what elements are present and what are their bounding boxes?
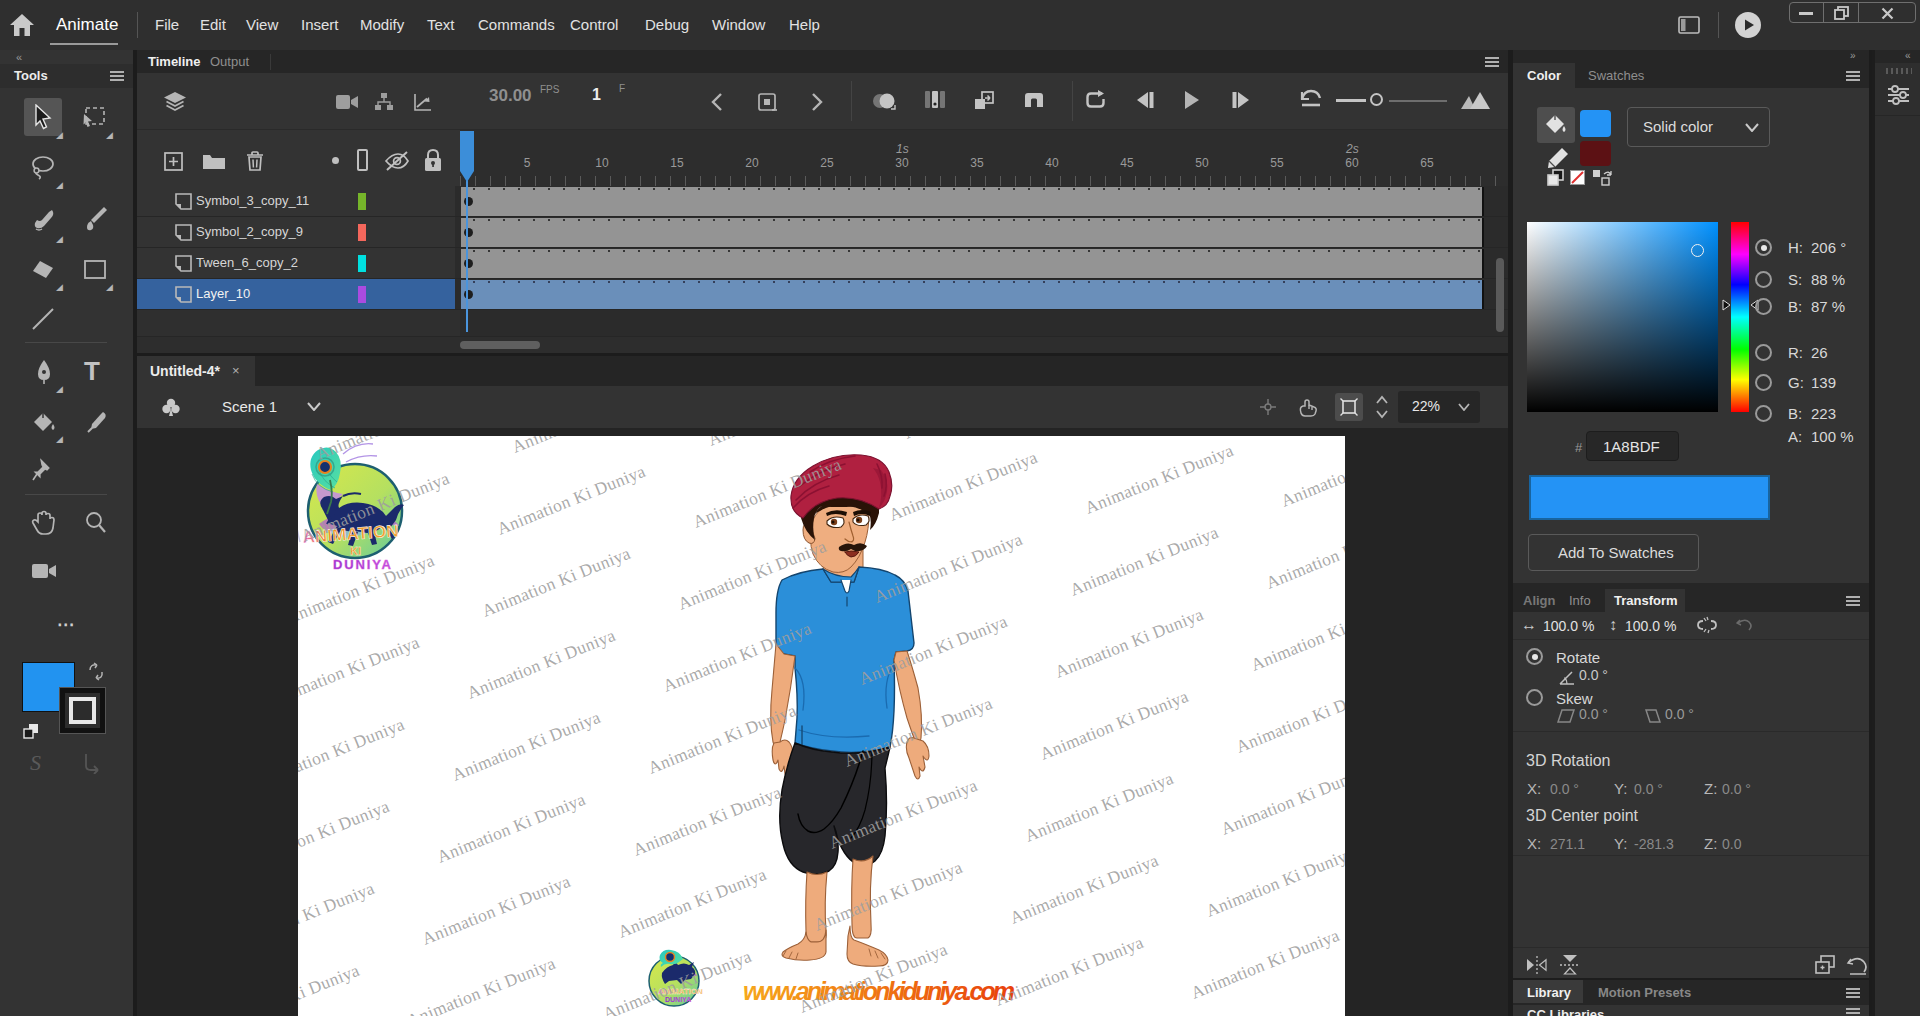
- svg-text:KI: KI: [350, 545, 361, 557]
